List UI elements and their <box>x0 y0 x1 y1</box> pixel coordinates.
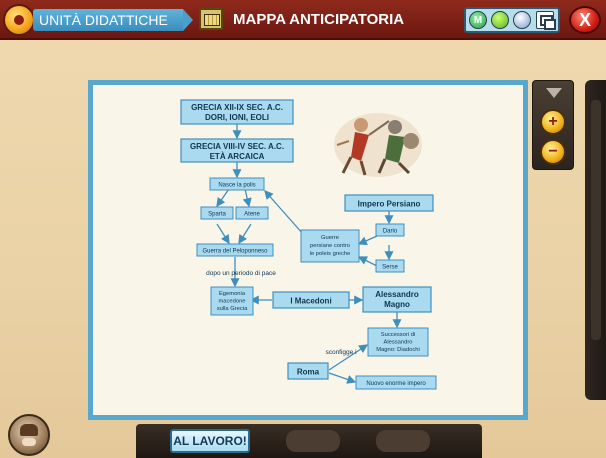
frog-icon[interactable] <box>491 11 509 29</box>
node-grecia-xii[interactable]: GRECIA XII-IX SEC. A.C. DORI, IONI, EOLI <box>180 99 294 125</box>
warriors-illustration <box>334 113 422 177</box>
section-title: MAPPA ANTICIPATORIA <box>233 11 405 28</box>
node-impero-persiano[interactable]: Impero Persiano <box>344 194 434 212</box>
node-grecia-viii[interactable]: GRECIA VIII-IV SEC. A.C. ETÀ ARCAICA <box>180 138 294 163</box>
node-polis-label: Nasce la polis <box>218 183 255 189</box>
toolbar: M <box>464 7 560 33</box>
node-macedoni-label: I Macedoni <box>290 297 331 306</box>
side-panel-handle[interactable] <box>585 80 606 400</box>
node-impero-persiano-label: Impero Persiano <box>358 200 421 209</box>
al-lavoro-button[interactable]: AL LAVORO! <box>170 429 250 453</box>
node-successori-line2: Alessandro <box>383 340 412 346</box>
concept-map-paper: dopo un periodo di pace sconfigge i GREC… <box>93 85 523 415</box>
node-dario[interactable]: Dario <box>375 223 405 237</box>
node-atene-label: Atene <box>244 212 260 218</box>
node-guerre-persiane-line2: persiane contro <box>310 243 350 249</box>
node-alessandro[interactable]: Alessandro Magno <box>362 286 432 313</box>
m-icon[interactable]: M <box>469 11 487 29</box>
node-grecia-viii-line2: ETÀ ARCAICA <box>210 152 265 161</box>
node-serse-label: Serse <box>382 265 398 271</box>
node-guerre-persiane-line3: le poleis greche <box>310 251 351 257</box>
node-nuovo-impero[interactable]: Nuovo enorme impero <box>355 375 437 390</box>
bottom-slot <box>286 430 340 452</box>
node-egemonia-line3: sulla Grecia <box>217 306 248 312</box>
node-egemonia-line1: Egemonia <box>219 291 246 297</box>
bottom-bar: AL LAVORO! <box>136 424 482 458</box>
node-egemonia-line2: macedone <box>218 299 245 305</box>
avatar[interactable] <box>8 414 50 456</box>
bottom-slot <box>376 430 430 452</box>
home-button[interactable] <box>3 4 35 36</box>
node-grecia-xii-line1: GRECIA XII-IX SEC. A.C. <box>191 103 283 112</box>
node-sparta-label: Sparta <box>208 212 226 218</box>
edge-label-sconfigge: sconfigge i <box>325 349 356 356</box>
content-frame: dopo un periodo di pace sconfigge i GREC… <box>88 80 528 420</box>
zoom-out-button[interactable]: − <box>540 139 566 165</box>
breadcrumb-unita-didattiche[interactable]: UNITÀ DIDATTICHE <box>33 9 183 31</box>
node-sparta[interactable]: Sparta <box>200 206 234 220</box>
node-successori[interactable]: Successori di Alessandro Magno: Diadochi <box>367 327 429 357</box>
zoom-in-button[interactable]: + <box>540 109 566 135</box>
node-successori-line3: Magno: Diadochi <box>376 347 420 353</box>
node-grecia-viii-line1: GRECIA VIII-IV SEC. A.C. <box>190 142 284 151</box>
node-egemonia[interactable]: Egemonia macedone sulla Grecia <box>210 286 254 316</box>
node-alessandro-line2: Magno <box>384 300 410 309</box>
node-alessandro-line1: Alessandro <box>375 290 419 299</box>
arrow-down-icon[interactable] <box>546 88 562 98</box>
node-roma-label: Roma <box>297 368 320 377</box>
node-macedoni[interactable]: I Macedoni <box>272 291 350 309</box>
node-dario-label: Dario <box>383 229 398 235</box>
edge-label-pace: dopo un periodo di pace <box>206 270 276 277</box>
node-roma[interactable]: Roma <box>287 362 329 380</box>
node-serse[interactable]: Serse <box>375 259 405 273</box>
zoom-panel: + − <box>532 80 574 170</box>
node-guerre-persiane[interactable]: Guerre persiane contro le poleis greche <box>300 229 360 263</box>
node-polis[interactable]: Nasce la polis <box>209 177 265 191</box>
node-grecia-xii-line2: DORI, IONI, EOLI <box>205 113 269 122</box>
top-bar: UNITÀ DIDATTICHE MAPPA ANTICIPATORIA M X <box>0 0 606 40</box>
node-successori-line1: Successori di <box>381 332 415 338</box>
window-icon[interactable] <box>536 11 556 30</box>
node-guerre-persiane-line1: Guerre <box>321 235 339 241</box>
map-icon <box>199 8 223 30</box>
node-atene[interactable]: Atene <box>235 206 269 220</box>
zoom-search-icon[interactable] <box>513 11 531 29</box>
node-peloponneso-label: Guerra del Peloponneso <box>202 249 268 255</box>
concept-map: dopo un periodo di pace sconfigge i GREC… <box>180 99 437 390</box>
node-peloponneso[interactable]: Guerra del Peloponneso <box>196 243 274 257</box>
close-button[interactable]: X <box>569 6 601 34</box>
node-nuovo-impero-label: Nuovo enorme impero <box>366 381 426 387</box>
breadcrumb-arrow-icon <box>183 9 193 31</box>
